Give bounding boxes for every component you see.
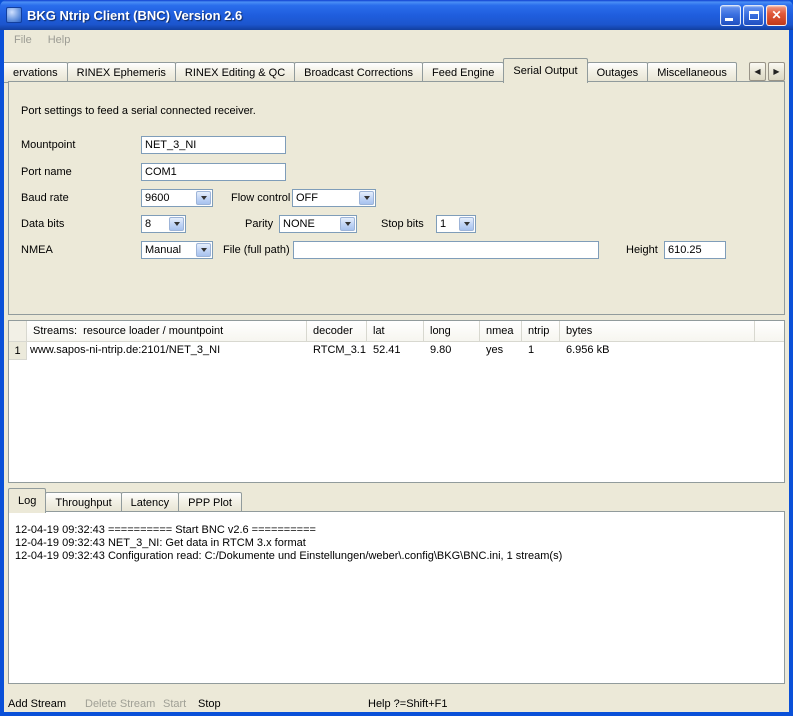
header-mountpoint[interactable]: Streams: resource loader / mountpoint (27, 321, 307, 342)
cell-nmea: yes (480, 342, 522, 360)
parity-select[interactable]: NONE (279, 215, 357, 233)
cell-decoder: RTCM_3.1 (307, 342, 367, 360)
tab-outages[interactable]: Outages (587, 62, 649, 83)
stop-bits-value: 1 (437, 218, 459, 230)
log-line: 12-04-19 09:32:43 Configuration read: C:… (15, 550, 778, 563)
tab-ppp-plot[interactable]: PPP Plot (178, 492, 242, 513)
tab-scroll-buttons: ◀ ▶ (749, 62, 785, 81)
bottom-tab-bar: Log Throughput Latency PPP Plot (4, 489, 785, 512)
row-number: 1 (9, 342, 27, 360)
data-bits-label: Data bits (21, 215, 64, 233)
cell-lat: 52.41 (367, 342, 424, 360)
stop-bits-label: Stop bits (381, 215, 424, 233)
log-view[interactable]: 12-04-19 09:32:43 ========== Start BNC v… (8, 511, 785, 684)
header-filler (755, 321, 784, 342)
header-long[interactable]: long (424, 321, 480, 342)
start-button[interactable]: Start (163, 696, 186, 712)
nmea-select[interactable]: Manual (141, 241, 213, 259)
nmea-label: NMEA (21, 241, 53, 259)
flow-control-label: Flow control (231, 189, 290, 207)
titlebar[interactable]: BKG Ntrip Client (BNC) Version 2.6 ✕ (0, 0, 793, 30)
tab-miscellaneous[interactable]: Miscellaneous (647, 62, 737, 83)
baud-rate-value: 9600 (142, 192, 196, 204)
maximize-icon (749, 11, 759, 20)
dropdown-arrow-icon (340, 217, 355, 231)
log-line: 12-04-19 09:32:43 NET_3_NI: Get data in … (15, 537, 778, 550)
table-corner (9, 321, 27, 342)
port-name-label: Port name (21, 163, 72, 181)
main-tab-bar: ervations RINEX Ephemeris RINEX Editing … (4, 57, 785, 82)
header-lat[interactable]: lat (367, 321, 424, 342)
tab-log[interactable]: Log (8, 488, 46, 513)
baud-rate-select[interactable]: 9600 (141, 189, 213, 207)
menubar: File Help (6, 31, 78, 51)
tab-latency[interactable]: Latency (121, 492, 180, 513)
tab-scroll-left-icon[interactable]: ◀ (749, 62, 766, 81)
window-title: BKG Ntrip Client (BNC) Version 2.6 (27, 8, 720, 23)
log-text: 12-04-19 09:32:43 ========== Start BNC v… (9, 512, 784, 563)
port-name-input[interactable] (141, 163, 286, 181)
client-area: File Help ervations RINEX Ephemeris RINE… (4, 30, 789, 712)
tab-throughput[interactable]: Throughput (45, 492, 121, 513)
tab-feed-engine[interactable]: Feed Engine (422, 62, 504, 83)
cell-ntrip: 1 (522, 342, 560, 360)
dropdown-arrow-icon (169, 217, 184, 231)
tab-broadcast-corrections[interactable]: Broadcast Corrections (294, 62, 423, 83)
file-path-label: File (full path) (223, 241, 290, 259)
dropdown-arrow-icon (459, 217, 474, 231)
header-decoder[interactable]: decoder (307, 321, 367, 342)
streams-table-header: Streams: resource loader / mountpoint de… (9, 321, 784, 342)
delete-stream-button[interactable]: Delete Stream (85, 696, 155, 712)
minimize-icon (725, 18, 733, 21)
flow-control-value: OFF (293, 192, 359, 204)
tab-rinex-editing-qc[interactable]: RINEX Editing & QC (175, 62, 295, 83)
minimize-button[interactable] (720, 5, 741, 26)
height-label: Height (626, 241, 658, 259)
cell-long: 9.80 (424, 342, 480, 360)
window-controls: ✕ (720, 5, 787, 26)
maximize-button[interactable] (743, 5, 764, 26)
cell-filler (755, 342, 784, 360)
data-bits-select[interactable]: 8 (141, 215, 186, 233)
stop-bits-select[interactable]: 1 (436, 215, 476, 233)
close-icon: ✕ (767, 6, 786, 25)
flow-control-select[interactable]: OFF (292, 189, 376, 207)
file-path-input[interactable] (293, 241, 599, 259)
tab-serial-output[interactable]: Serial Output (503, 58, 587, 83)
stop-button[interactable]: Stop (198, 696, 221, 712)
stream-row[interactable]: 1 www.sapos-ni-ntrip.de:2101/NET_3_NI RT… (9, 342, 784, 360)
baud-rate-label: Baud rate (21, 189, 69, 207)
cell-bytes: 6.956 kB (560, 342, 755, 360)
header-nmea[interactable]: nmea (480, 321, 522, 342)
header-bytes[interactable]: bytes (560, 321, 755, 342)
data-bits-value: 8 (142, 218, 169, 230)
mountpoint-label: Mountpoint (21, 136, 75, 154)
menu-help[interactable]: Help (40, 31, 79, 51)
log-line: 12-04-19 09:32:43 ========== Start BNC v… (15, 524, 778, 537)
close-button[interactable]: ✕ (766, 5, 787, 26)
pane-description: Port settings to feed a serial connected… (21, 102, 256, 120)
app-icon (6, 7, 22, 23)
menu-file[interactable]: File (6, 31, 40, 51)
parity-value: NONE (280, 218, 340, 230)
mountpoint-input[interactable] (141, 136, 286, 154)
dropdown-arrow-icon (196, 191, 211, 205)
dropdown-arrow-icon (359, 191, 374, 205)
dropdown-arrow-icon (196, 243, 211, 257)
bnc-window: BKG Ntrip Client (BNC) Version 2.6 ✕ Fil… (0, 0, 793, 716)
height-input[interactable] (664, 241, 726, 259)
header-ntrip[interactable]: ntrip (522, 321, 560, 342)
parity-label: Parity (245, 215, 273, 233)
tab-rinex-ephemeris[interactable]: RINEX Ephemeris (67, 62, 176, 83)
streams-table: Streams: resource loader / mountpoint de… (8, 320, 785, 483)
nmea-value: Manual (142, 244, 196, 256)
tab-scroll-right-icon[interactable]: ▶ (768, 62, 785, 81)
cell-mountpoint: www.sapos-ni-ntrip.de:2101/NET_3_NI (27, 342, 307, 360)
add-stream-button[interactable]: Add Stream (8, 696, 66, 712)
tab-observations[interactable]: ervations (4, 62, 68, 83)
help-shortcut-label: Help ?=Shift+F1 (368, 696, 448, 712)
serial-output-pane: Port settings to feed a serial connected… (8, 81, 785, 315)
